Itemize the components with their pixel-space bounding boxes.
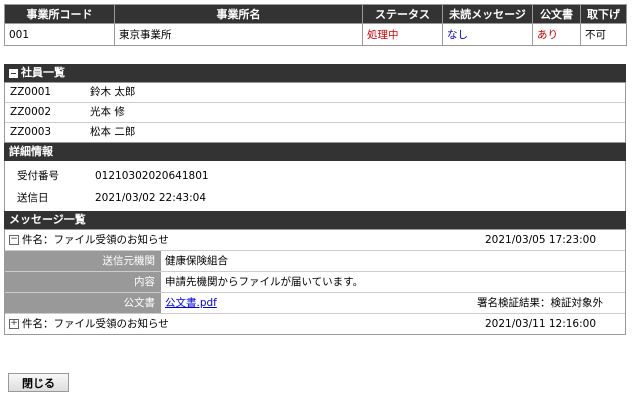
signature-result: 署名検証結果：検証対象外 <box>477 297 603 309</box>
list-item: ZZ0001 鈴木 太郎 <box>5 83 625 103</box>
employee-name: 鈴木 太郎 <box>90 86 136 98</box>
message-subject: 件名：ファイル受領のお知らせ <box>22 234 169 246</box>
message-sender-row: 送信元機関 健康保険組合 <box>5 251 625 272</box>
message-item[interactable]: + 件名：ファイル受領のお知らせ 2021/03/11 12:16:00 <box>5 314 625 334</box>
employee-name: 松本 二郎 <box>90 126 136 138</box>
sent-date-value: 2021/03/02 22:43:04 <box>95 192 207 204</box>
header-official-doc: 公文書 <box>532 4 581 24</box>
header-withdraw: 取下げ <box>580 4 627 24</box>
message-date: 2021/03/05 17:23:00 <box>485 234 597 246</box>
list-item: ZZ0003 松本 二郎 <box>5 123 625 142</box>
receipt-number-row: 受付番号 01210302020641801 <box>5 165 625 187</box>
header-office-name: 事業所名 <box>114 4 363 24</box>
list-item: ZZ0002 光本 修 <box>5 103 625 123</box>
content-value: 申請先機関からファイルが届いています。 <box>165 276 364 288</box>
employee-code: ZZ0003 <box>10 126 52 138</box>
status-value: 処理中 <box>362 23 443 46</box>
header-unread: 未読メッセージ <box>442 4 533 24</box>
sent-date-row: 送信日 2021/03/02 22:43:04 <box>5 187 625 209</box>
receipt-number-value: 01210302020641801 <box>95 170 209 182</box>
message-document-row: 公文書 公文書.pdf 署名検証結果：検証対象外 <box>5 293 625 314</box>
office-name: 東京事業所 <box>114 23 363 46</box>
document-label: 公文書 <box>5 293 161 313</box>
main-content: 事業所コード 事業所名 ステータス 未読メッセージ 公文書 取下げ 001 東京… <box>4 4 627 335</box>
official-doc-value: あり <box>532 23 581 46</box>
table-row: 001 東京事業所 処理中 なし あり 不可 <box>4 23 627 46</box>
collapse-icon[interactable]: − <box>9 235 19 245</box>
sender-label: 送信元機関 <box>5 251 161 271</box>
message-content-row: 内容 申請先機関からファイルが届いています。 <box>5 272 625 293</box>
header-office-code: 事業所コード <box>4 4 115 24</box>
employee-section-title: 社員一覧 <box>21 66 65 79</box>
sent-date-label: 送信日 <box>17 192 49 204</box>
withdraw-value: 不可 <box>580 23 627 46</box>
expand-icon[interactable]: + <box>9 319 19 329</box>
collapse-icon[interactable] <box>9 68 18 78</box>
close-button[interactable]: 閉じる <box>8 373 69 392</box>
employee-code: ZZ0002 <box>10 106 52 118</box>
message-item[interactable]: − 件名：ファイル受領のお知らせ 2021/03/05 17:23:00 <box>5 230 625 251</box>
office-code: 001 <box>4 23 115 46</box>
employee-list: ZZ0001 鈴木 太郎 ZZ0002 光本 修 ZZ0003 松本 二郎 <box>4 82 626 143</box>
message-subject-wrap: + 件名：ファイル受領のお知らせ <box>5 314 485 334</box>
message-list: − 件名：ファイル受領のお知らせ 2021/03/05 17:23:00 送信元… <box>4 229 626 335</box>
message-date: 2021/03/11 12:16:00 <box>485 318 597 330</box>
document-link[interactable]: 公文書.pdf <box>165 297 217 309</box>
receipt-number-label: 受付番号 <box>17 170 59 182</box>
detail-section-header: 詳細情報 <box>4 143 626 161</box>
employee-name: 光本 修 <box>90 106 125 118</box>
office-table: 事業所コード 事業所名 ステータス 未読メッセージ 公文書 取下げ 001 東京… <box>4 4 627 46</box>
message-subject-wrap: − 件名：ファイル受領のお知らせ <box>5 230 485 250</box>
employee-code: ZZ0001 <box>10 86 52 98</box>
office-table-header: 事業所コード 事業所名 ステータス 未読メッセージ 公文書 取下げ <box>4 4 627 24</box>
message-section-header: メッセージ一覧 <box>4 211 626 229</box>
sender-value: 健康保険組合 <box>165 255 228 267</box>
message-subject: 件名：ファイル受領のお知らせ <box>22 318 169 330</box>
employee-section-header[interactable]: 社員一覧 <box>4 64 626 82</box>
detail-info: 受付番号 01210302020641801 送信日 2021/03/02 22… <box>4 161 626 211</box>
header-status: ステータス <box>362 4 443 24</box>
document-value: 公文書.pdf <box>161 293 477 313</box>
content-label: 内容 <box>5 272 161 292</box>
unread-value: なし <box>442 23 533 46</box>
